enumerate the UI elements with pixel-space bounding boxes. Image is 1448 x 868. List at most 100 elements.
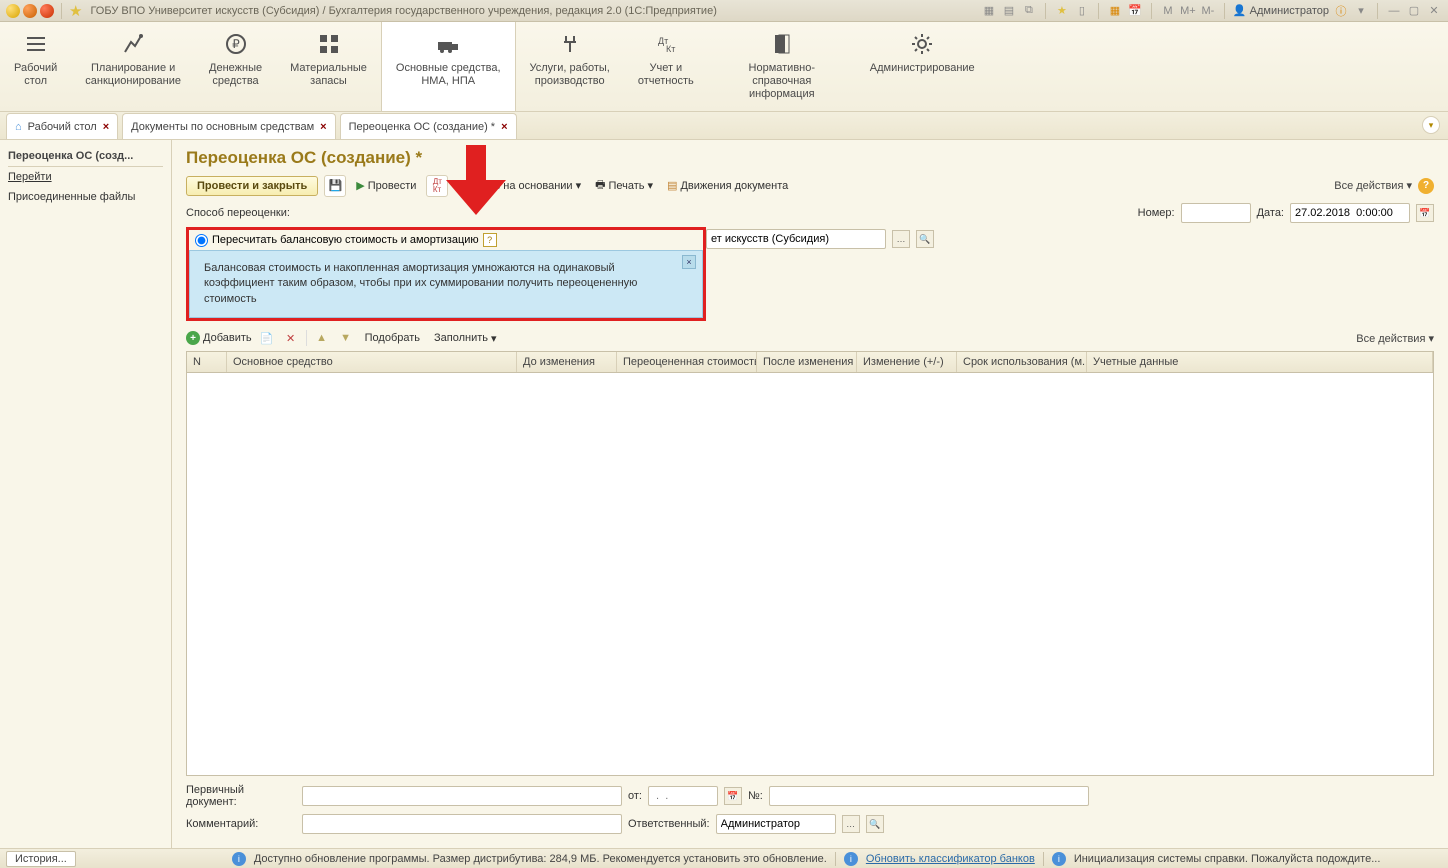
tab-label: Переоценка ОС (создание) * bbox=[349, 121, 496, 133]
responsible-select-icon[interactable]: … bbox=[842, 815, 860, 833]
date-input[interactable] bbox=[1290, 203, 1410, 223]
tab-close-icon[interactable]: × bbox=[501, 121, 507, 133]
tab-close-icon[interactable]: × bbox=[103, 121, 109, 133]
sidepanel-link-goto[interactable]: Перейти bbox=[8, 167, 163, 187]
tab-close-icon[interactable]: × bbox=[320, 121, 326, 133]
current-user[interactable]: 👤Администратор bbox=[1233, 4, 1329, 17]
history-button[interactable]: История... bbox=[6, 851, 76, 867]
close-icon[interactable]: ✕ bbox=[1426, 3, 1442, 19]
minimize-icon[interactable]: — bbox=[1386, 3, 1402, 19]
nav-fwd-icon[interactable] bbox=[40, 4, 54, 18]
table-all-actions[interactable]: Все действия ▾ bbox=[1356, 332, 1434, 345]
move-down-icon[interactable]: ▼ bbox=[337, 329, 355, 347]
org-search-icon[interactable]: 🔍 bbox=[916, 230, 934, 248]
section-os[interactable]: Основные средства,НМА, НПА bbox=[381, 22, 516, 111]
tb-icon-1[interactable]: ▦ bbox=[981, 3, 997, 19]
primary-doc-input[interactable] bbox=[302, 786, 622, 806]
tab-label: Рабочий стол bbox=[28, 121, 97, 133]
select-items-button[interactable]: Подобрать bbox=[361, 330, 424, 346]
status-bar: История... i Доступно обновление програм… bbox=[0, 848, 1448, 868]
calc-mminus[interactable]: M- bbox=[1200, 3, 1216, 19]
doc-num-input[interactable] bbox=[769, 786, 1089, 806]
section-materials[interactable]: Материальныезапасы bbox=[276, 22, 381, 111]
footer-form: Первичный документ: от: 📅 №: Комментарий… bbox=[186, 776, 1434, 840]
date-picker-icon[interactable]: 📅 bbox=[1416, 204, 1434, 222]
all-actions-button[interactable]: Все действия ▾ bbox=[1334, 179, 1412, 192]
from-date-picker-icon[interactable]: 📅 bbox=[724, 787, 742, 805]
move-up-icon[interactable]: ▲ bbox=[313, 329, 331, 347]
method-help-icon[interactable]: ? bbox=[483, 233, 497, 247]
grid-body[interactable] bbox=[187, 373, 1433, 775]
col-after[interactable]: После изменения bbox=[757, 352, 857, 372]
svg-text:Кт: Кт bbox=[666, 44, 675, 54]
side-panel: Переоценка ОС (созд... Перейти Присоедин… bbox=[0, 140, 172, 848]
section-account[interactable]: ДтКтУчет иотчетность bbox=[624, 22, 708, 111]
update-message: Доступно обновление программы. Размер ди… bbox=[254, 853, 827, 865]
section-planning[interactable]: Планирование исанкционирование bbox=[71, 22, 195, 111]
method-tooltip: × Балансовая стоимость и накопленная амо… bbox=[189, 250, 703, 318]
copy-icon[interactable]: 📄 bbox=[258, 329, 276, 347]
from-date-input[interactable] bbox=[648, 786, 718, 806]
section-admin[interactable]: Администрирование bbox=[856, 22, 989, 111]
col-life[interactable]: Срок использования (м... bbox=[957, 352, 1087, 372]
section-ref[interactable]: Нормативно-справочнаяинформация bbox=[708, 22, 856, 111]
org-input[interactable] bbox=[706, 229, 886, 249]
calc-m[interactable]: M bbox=[1160, 3, 1176, 19]
favorites-list-icon[interactable]: ★ bbox=[1054, 3, 1070, 19]
sidepanel-link-files[interactable]: Присоединенные файлы bbox=[8, 187, 163, 207]
col-revalued[interactable]: Переоцененная стоимость bbox=[617, 352, 757, 372]
print-button[interactable]: 🖶Печать ▾ bbox=[591, 174, 657, 197]
tooltip-close-icon[interactable]: × bbox=[682, 255, 696, 269]
fill-button[interactable]: Заполнить ▾ bbox=[430, 330, 501, 347]
nav-back-icon[interactable] bbox=[23, 4, 37, 18]
tabstrip-menu[interactable]: ▾ bbox=[1422, 116, 1440, 134]
org-select-icon[interactable]: … bbox=[892, 230, 910, 248]
number-input[interactable] bbox=[1181, 203, 1251, 223]
info-icon[interactable]: ⓘ bbox=[1333, 3, 1349, 19]
home-icon: ⌂ bbox=[15, 121, 22, 133]
delete-icon[interactable]: ✕ bbox=[282, 329, 300, 347]
col-before[interactable]: До изменения bbox=[517, 352, 617, 372]
tb-icon-4[interactable]: ▯ bbox=[1074, 3, 1090, 19]
help-icon[interactable]: ? bbox=[1418, 178, 1434, 194]
section-money[interactable]: ₽Денежныесредства bbox=[195, 22, 276, 111]
section-desktop[interactable]: Рабочийстол bbox=[0, 22, 71, 111]
tb-icon-2[interactable]: ▤ bbox=[1001, 3, 1017, 19]
bank-classifier-link[interactable]: Обновить классификатор банков bbox=[866, 853, 1035, 865]
post-and-close-button[interactable]: Провести и закрыть bbox=[186, 176, 318, 196]
help-init-message: Инициализация системы справки. Пожалуйст… bbox=[1074, 853, 1381, 865]
sidepanel-title: Переоценка ОС (созд... bbox=[8, 146, 163, 167]
col-n[interactable]: N bbox=[187, 352, 227, 372]
comment-input[interactable] bbox=[302, 814, 622, 834]
tab-docs[interactable]: Документы по основным средствам × bbox=[122, 113, 335, 139]
items-grid[interactable]: N Основное средство До изменения Переоце… bbox=[186, 351, 1434, 776]
responsible-search-icon[interactable]: 🔍 bbox=[866, 815, 884, 833]
responsible-input[interactable] bbox=[716, 814, 836, 834]
col-account[interactable]: Учетные данные bbox=[1087, 352, 1433, 372]
maximize-icon[interactable]: ▢ bbox=[1406, 3, 1422, 19]
movements-button[interactable]: ▤Движения документа bbox=[663, 177, 792, 194]
calc-mplus[interactable]: M+ bbox=[1180, 3, 1196, 19]
dtkt-icon[interactable]: ДтКт bbox=[426, 175, 448, 197]
add-button[interactable]: +Добавить bbox=[186, 331, 252, 345]
dropdown-icon[interactable]: ▾ bbox=[1353, 3, 1369, 19]
favorite-icon[interactable]: ★ bbox=[69, 2, 82, 20]
calendar-icon[interactable]: ▦ bbox=[1107, 3, 1123, 19]
save-icon[interactable]: 💾 bbox=[324, 175, 346, 197]
command-bar: Провести и закрыть 💾 ▶Провести ДтКт Созд… bbox=[186, 174, 1434, 197]
tb-icon-3[interactable]: ⧉ bbox=[1021, 3, 1037, 19]
tab-desktop[interactable]: ⌂ Рабочий стол × bbox=[6, 113, 118, 139]
window-title: ГОБУ ВПО Университет искусств (Субсидия)… bbox=[90, 5, 980, 17]
method-radio-1[interactable] bbox=[195, 234, 208, 247]
tab-current[interactable]: Переоценка ОС (создание) * × bbox=[340, 113, 517, 139]
method-radio-1-label: Пересчитать балансовую стоимость и аморт… bbox=[212, 234, 479, 246]
highlighted-area: Пересчитать балансовую стоимость и аморт… bbox=[186, 227, 706, 321]
create-based-button[interactable]: Создать на основании ▾ bbox=[454, 177, 585, 194]
col-change[interactable]: Изменение (+/-) bbox=[857, 352, 957, 372]
post-button[interactable]: ▶Провести bbox=[352, 177, 420, 194]
date-label: Дата: bbox=[1257, 207, 1284, 219]
calendar2-icon[interactable]: 📅 bbox=[1127, 3, 1143, 19]
responsible-label: Ответственный: bbox=[628, 818, 710, 830]
col-asset[interactable]: Основное средство bbox=[227, 352, 517, 372]
section-services[interactable]: Услуги, работы,производство bbox=[516, 22, 624, 111]
